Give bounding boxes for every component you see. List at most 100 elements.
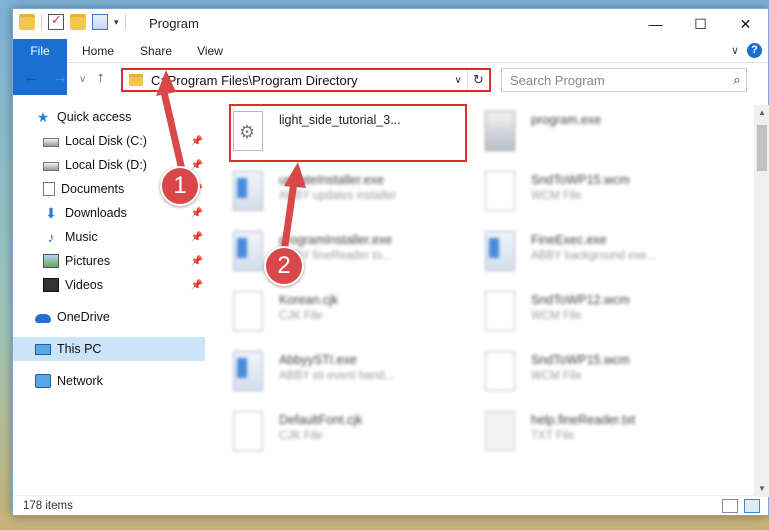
scroll-thumb[interactable] bbox=[757, 125, 767, 171]
address-folder-icon bbox=[129, 74, 143, 86]
sidebar-item-label: Music bbox=[65, 230, 98, 244]
file-description: WCM File bbox=[531, 310, 582, 322]
vertical-scrollbar[interactable]: ▲ ▼ bbox=[754, 105, 769, 497]
tab-home[interactable]: Home bbox=[73, 39, 123, 63]
file-description: ABBY background exe... bbox=[531, 250, 657, 262]
toolbar-divider bbox=[124, 14, 126, 30]
file-icon bbox=[485, 351, 515, 391]
file-icon bbox=[485, 291, 515, 331]
sidebar-item-this-pc[interactable]: This PC bbox=[13, 337, 205, 361]
search-input[interactable] bbox=[510, 70, 728, 90]
new-folder-icon[interactable] bbox=[70, 14, 86, 30]
refresh-icon[interactable]: ↻ bbox=[467, 70, 489, 90]
file-description: CJK File bbox=[279, 310, 323, 322]
scroll-up-icon[interactable]: ▲ bbox=[754, 105, 769, 121]
file-item-light-side-tutorial[interactable]: ⚙ light_side_tutorial_3... bbox=[209, 105, 449, 161]
file-description: CJK File bbox=[279, 430, 323, 442]
star-icon: ★ bbox=[36, 109, 50, 125]
disk-icon bbox=[43, 162, 59, 171]
search-box[interactable]: ⌕ bbox=[501, 68, 747, 92]
file-item-korean-cjk[interactable]: Korean.cjk CJK File bbox=[209, 285, 449, 341]
file-item-program-exe[interactable]: program.exe bbox=[461, 105, 701, 161]
pin-icon: 📌 bbox=[190, 231, 203, 243]
file-name: SndToWP15.wcm bbox=[531, 173, 630, 187]
large-icons-view-icon[interactable] bbox=[744, 499, 760, 513]
file-item-sndtowp15[interactable]: SndToWP15.wcm WCM File bbox=[461, 165, 701, 221]
sidebar-item-label: Local Disk (C:) bbox=[65, 134, 147, 148]
help-icon[interactable]: ? bbox=[747, 43, 762, 58]
file-item-sndtowp12[interactable]: SndToWP12.wcm WCM File bbox=[461, 285, 701, 341]
this-pc-icon bbox=[35, 343, 51, 355]
file-item-program-installer[interactable]: programInstaller.exe ABBY fineReader to.… bbox=[209, 225, 449, 281]
sidebar-item-pictures[interactable]: Pictures 📌 bbox=[13, 249, 205, 273]
file-list: ⚙ light_side_tutorial_3... program.exe u… bbox=[209, 99, 741, 497]
file-name: SndToWP15.wcm bbox=[531, 353, 630, 367]
exe-icon bbox=[233, 231, 263, 271]
sidebar-item-label: Pictures bbox=[65, 254, 111, 268]
expand-ribbon-icon[interactable]: ∨ bbox=[731, 44, 739, 57]
exe-icon bbox=[233, 351, 263, 391]
sidebar-item-onedrive[interactable]: OneDrive bbox=[13, 305, 205, 329]
step-badge-2: 2 bbox=[264, 246, 304, 286]
download-icon: ⬇ bbox=[45, 205, 57, 221]
ribbon-right-controls: ∨ ? bbox=[731, 43, 762, 58]
back-button[interactable]: ← bbox=[23, 69, 38, 86]
file-name: SndToWP12.wcm bbox=[531, 293, 630, 307]
maximize-button[interactable]: ☐ bbox=[678, 9, 723, 39]
file-icon bbox=[485, 171, 515, 211]
sidebar-item-network[interactable]: Network bbox=[13, 369, 205, 393]
sidebar-item-label: This PC bbox=[57, 342, 102, 356]
toolbar-divider bbox=[41, 14, 42, 30]
sidebar-item-quick-access[interactable]: ★ Quick access bbox=[13, 105, 205, 129]
file-name: updateInstaller.exe bbox=[279, 173, 384, 187]
sidebar-item-videos[interactable]: Videos 📌 bbox=[13, 273, 205, 297]
file-icon bbox=[233, 291, 263, 331]
close-button[interactable]: ✕ bbox=[723, 9, 768, 39]
navigation-bar: ← → ∨ ↑ C:\Program Files\Program Directo… bbox=[13, 65, 768, 95]
file-item-help-txt[interactable]: help.fineReader.txt TXT File bbox=[461, 405, 701, 461]
address-bar[interactable]: C:\Program Files\Program Directory ∨ ↻ bbox=[121, 68, 491, 92]
file-name: Korean.cjk bbox=[279, 293, 339, 307]
file-item-update-installer[interactable]: updateInstaller.exe ABBY updates install… bbox=[209, 165, 449, 221]
properties-icon[interactable] bbox=[92, 14, 108, 30]
properties-check-icon[interactable] bbox=[48, 12, 64, 30]
sidebar-item-music[interactable]: ♪ Music 📌 bbox=[13, 225, 205, 249]
up-button[interactable]: ↑ bbox=[97, 69, 105, 86]
explorer-window: ▾ Program — ☐ ✕ File Home Share View ∨ ?… bbox=[12, 8, 769, 516]
title-bar: ▾ Program — ☐ ✕ bbox=[13, 9, 768, 39]
item-count: 178 items bbox=[23, 500, 73, 512]
recent-locations-button[interactable]: ∨ bbox=[79, 74, 86, 85]
view-switcher bbox=[722, 499, 760, 513]
file-name: programInstaller.exe bbox=[279, 233, 393, 247]
search-icon[interactable]: ⌕ bbox=[728, 72, 746, 88]
sidebar-item-local-disk-c[interactable]: Local Disk (C:) 📌 bbox=[13, 129, 205, 153]
sidebar-item-label: Quick access bbox=[57, 110, 132, 124]
minimize-button[interactable]: — bbox=[633, 9, 678, 39]
file-name: AbbyySTI.exe bbox=[279, 353, 357, 367]
exe-icon bbox=[233, 171, 263, 211]
sidebar-item-label: Downloads bbox=[65, 206, 127, 220]
pin-icon: 📌 bbox=[190, 207, 203, 219]
documents-icon bbox=[43, 182, 55, 196]
file-item-defaultfont[interactable]: DefaultFont.cjk CJK File bbox=[209, 405, 449, 461]
file-name: program.exe bbox=[531, 113, 602, 127]
customize-toolbar-icon[interactable]: ▾ bbox=[114, 17, 119, 28]
ribbon-tabs: File Home Share View ∨ ? bbox=[13, 39, 768, 95]
file-item-abbyysti[interactable]: AbbyySTI.exe ABBY sti event hand... bbox=[209, 345, 449, 401]
step-badge-1: 1 bbox=[160, 166, 200, 206]
file-item-sndtowp15-b[interactable]: SndToWP15.wcm WCM File bbox=[461, 345, 701, 401]
folder-icon bbox=[19, 14, 35, 30]
sidebar-item-label: Documents bbox=[61, 182, 125, 196]
file-item-fineexec[interactable]: FineExec.exe ABBY background exe... bbox=[461, 225, 701, 281]
settings-file-icon: ⚙ bbox=[233, 111, 263, 151]
address-dropdown-icon[interactable]: ∨ bbox=[449, 75, 467, 86]
tab-share[interactable]: Share bbox=[131, 39, 181, 63]
address-path[interactable]: C:\Program Files\Program Directory bbox=[151, 73, 449, 88]
forward-button[interactable]: → bbox=[53, 69, 68, 86]
tab-view[interactable]: View bbox=[187, 39, 233, 63]
file-description: ABBY sti event hand... bbox=[279, 370, 394, 382]
details-view-icon[interactable] bbox=[722, 499, 738, 513]
file-description: ABBY updates installer bbox=[279, 190, 397, 202]
window-title: Program bbox=[149, 16, 199, 31]
sidebar-item-label: Network bbox=[57, 374, 103, 388]
